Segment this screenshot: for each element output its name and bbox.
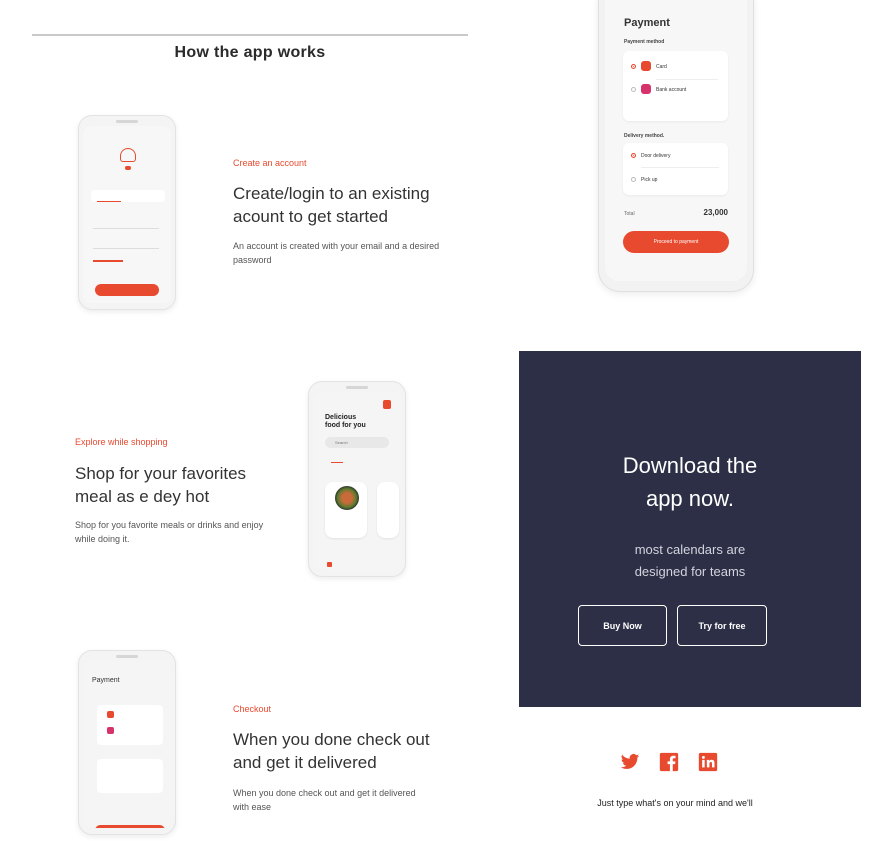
facebook-icon[interactable] xyxy=(659,752,679,772)
payment-screen: Payment Payment method Card Bank account… xyxy=(605,0,747,281)
delivery-method-card: Door delivery Pick up xyxy=(623,143,728,195)
phone-screen: Payment xyxy=(83,661,171,828)
payment-method-card: Card Bank account xyxy=(623,51,728,121)
download-title: Download the app now. xyxy=(519,449,861,515)
phone-notch xyxy=(116,120,138,123)
mini-delivery-card xyxy=(97,759,163,793)
phone-screen: Delicious food for you Search xyxy=(313,392,401,570)
proceed-label: Proceed to payment xyxy=(653,239,699,245)
download-panel: Download the app now. most calendars are… xyxy=(519,351,861,707)
total-value: 23,000 xyxy=(703,208,728,217)
card-radio xyxy=(631,64,636,69)
step-2-tag: Explore while shopping xyxy=(75,437,168,447)
step-1-tag: Create an account xyxy=(233,158,307,168)
twitter-icon[interactable] xyxy=(620,752,640,772)
step-2-description: Shop for you favorite meals or drinks an… xyxy=(75,520,264,544)
door-delivery-radio xyxy=(631,153,636,158)
step-2-heading: Shop for your favorites meal as e dey ho… xyxy=(75,464,247,506)
food-card-2 xyxy=(377,482,399,538)
forgot-link xyxy=(93,260,123,262)
category-underline xyxy=(331,462,343,463)
payment-phone-mockup: Payment Payment method Card Bank account… xyxy=(598,0,754,292)
food-search-bar: Search xyxy=(325,437,389,448)
food-headline-1: Delicious xyxy=(325,414,357,421)
login-button xyxy=(95,284,159,296)
download-subtitle-line-2: designed for teams xyxy=(634,564,746,579)
bank-option-label: Bank account xyxy=(656,87,687,93)
footer-tagline: Just type what's on your mind and we'll xyxy=(597,798,753,808)
phone-food-mockup: Delicious food for you Search xyxy=(308,381,406,577)
home-nav-icon xyxy=(327,562,332,567)
section-title: How the app works xyxy=(174,44,326,61)
mini-payment-title: Payment xyxy=(92,677,120,684)
step-1-description: An account is created with your email an… xyxy=(233,241,440,265)
payment-method-label: Payment method xyxy=(624,39,665,45)
food-search-placeholder: Search xyxy=(335,440,348,445)
mini-card-icon xyxy=(107,711,114,718)
phone-notch xyxy=(346,386,368,389)
step-3-heading: When you done check out and get it deliv… xyxy=(233,730,430,772)
door-delivery-label: Door delivery xyxy=(641,153,671,159)
password-field xyxy=(93,248,159,249)
step-3-description: When you done check out and get it deliv… xyxy=(233,788,416,812)
buy-now-button[interactable]: Buy Now xyxy=(578,605,667,646)
pick-up-radio xyxy=(631,177,636,182)
download-subtitle-line-1: most calendars are xyxy=(634,542,746,557)
try-for-free-button[interactable]: Try for free xyxy=(677,605,767,646)
food-headline-2: food for you xyxy=(325,422,366,429)
mini-proceed-button xyxy=(95,825,165,828)
cart-icon xyxy=(383,400,391,409)
phone-login-mockup xyxy=(78,115,176,310)
download-title-line-1: Download the xyxy=(622,453,758,478)
card-option-label: Card xyxy=(656,64,667,70)
step-1-heading: Create/login to an existing acount to ge… xyxy=(233,184,430,226)
delivery-method-label: Delivery method. xyxy=(624,133,665,139)
download-title-line-2: app now. xyxy=(645,486,735,511)
option-divider xyxy=(656,79,718,80)
email-field xyxy=(93,228,159,229)
linkedin-icon[interactable] xyxy=(698,752,718,772)
step-3-tag: Checkout xyxy=(233,704,272,714)
phone-notch xyxy=(116,655,138,658)
phone-checkout-mockup: Payment xyxy=(78,650,176,835)
bank-icon xyxy=(641,84,651,94)
proceed-to-payment-button: Proceed to payment xyxy=(623,231,729,253)
logo-accent xyxy=(125,166,131,170)
chef-hat-logo xyxy=(120,148,136,162)
top-divider xyxy=(32,34,468,36)
pick-up-label: Pick up xyxy=(641,177,658,183)
card-icon xyxy=(641,61,651,71)
food-dish-image xyxy=(335,486,359,510)
download-subtitle: most calendars are designed for teams xyxy=(519,539,861,583)
phone-screen xyxy=(83,126,171,303)
option-divider xyxy=(641,167,719,168)
bank-radio xyxy=(631,87,636,92)
login-tab-underline xyxy=(97,201,121,202)
payment-title: Payment xyxy=(624,17,670,29)
total-label: Total xyxy=(624,211,635,217)
mini-bank-icon xyxy=(107,727,114,734)
